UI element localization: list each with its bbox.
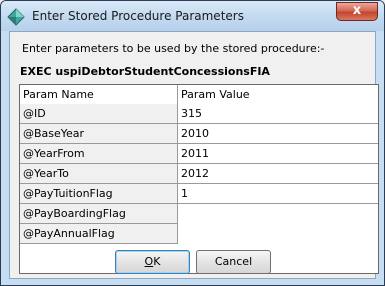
param-value-cell[interactable] — [178, 224, 378, 244]
param-name-cell: @BaseYear — [20, 124, 178, 144]
ok-button[interactable]: OK — [115, 250, 190, 274]
param-name-cell: @PayTuitionFlag — [20, 184, 178, 204]
param-name-cell: @PayAnnualFlag — [20, 224, 178, 244]
close-icon: x — [352, 3, 362, 18]
ok-button-label: OK — [144, 255, 161, 268]
param-name-cell: @PayBoardingFlag — [20, 204, 178, 224]
window-title: Enter Stored Procedure Parameters — [32, 9, 244, 23]
column-header-param-value[interactable]: Param Value — [178, 85, 378, 104]
table-row: @YearTo 2012 — [20, 164, 378, 184]
cancel-button-label: Cancel — [214, 255, 253, 268]
cancel-button[interactable]: Cancel — [196, 250, 271, 274]
param-name-cell: @YearTo — [20, 164, 178, 184]
param-value-cell[interactable]: 315 — [178, 104, 378, 124]
table-row: @PayTuitionFlag 1 — [20, 184, 378, 204]
param-value-cell[interactable] — [178, 204, 378, 224]
table-row: @ID 315 — [20, 104, 378, 124]
dialog-client-area: Enter parameters to be used by the store… — [9, 31, 379, 279]
table-row: @BaseYear 2010 — [20, 124, 378, 144]
dialog-window: Enter Stored Procedure Parameters x Ente… — [0, 0, 385, 286]
close-button[interactable]: x — [336, 2, 378, 21]
param-value-cell[interactable]: 2012 — [178, 164, 378, 184]
grid-header-row: Param Name Param Value — [20, 85, 378, 105]
parameter-grid: Param Name Param Value @ID 315 @BaseYear… — [19, 84, 379, 274]
table-row: @YearFrom 2011 — [20, 144, 378, 164]
diamond-app-icon — [7, 8, 25, 26]
title-bar[interactable]: Enter Stored Procedure Parameters x — [1, 1, 384, 31]
prompt-text: Enter parameters to be used by the store… — [22, 42, 325, 55]
column-header-param-name[interactable]: Param Name — [20, 85, 178, 104]
table-row: @PayBoardingFlag — [20, 204, 378, 224]
param-name-cell: @ID — [20, 104, 178, 124]
param-value-cell[interactable]: 2011 — [178, 144, 378, 164]
stored-procedure-name: EXEC uspiDebtorStudentConcessionsFIA — [20, 65, 270, 78]
param-value-cell[interactable]: 1 — [178, 184, 378, 204]
table-row: @PayAnnualFlag — [20, 224, 378, 244]
param-name-cell: @YearFrom — [20, 144, 178, 164]
param-value-cell[interactable]: 2010 — [178, 124, 378, 144]
